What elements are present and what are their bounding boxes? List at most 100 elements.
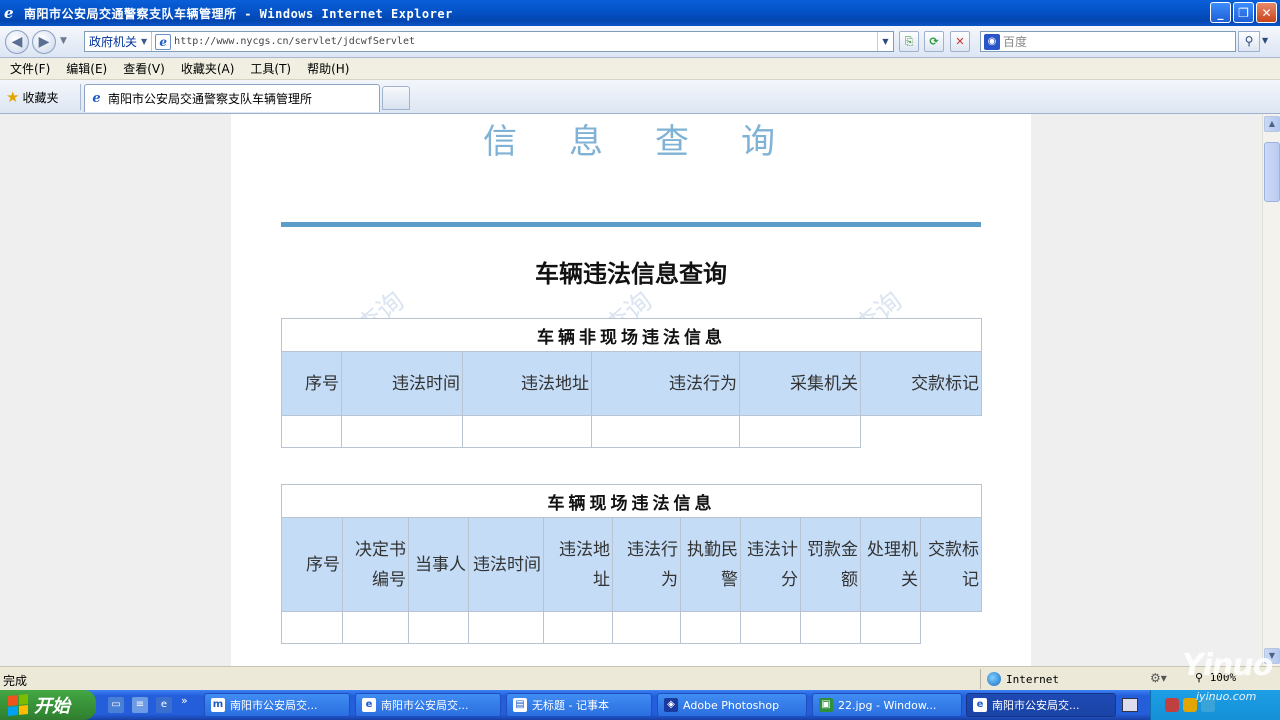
column-header: 决定书编号 (342, 517, 409, 612)
back-button[interactable]: ◀ (5, 30, 29, 54)
column-header: 违法行为 (612, 517, 681, 612)
document-icon[interactable]: ≡ (132, 697, 148, 713)
vertical-scrollbar[interactable]: ▲ ▼ (1262, 114, 1280, 666)
chevron-down-icon: ▼ (141, 37, 148, 46)
page-body: 信息查询 车辆违法信息查询 查询 查询 查询 车辆非现场违法信息 序号 违法时间… (231, 114, 1031, 666)
window-title: 南阳市公安局交通警察支队车辆管理所 - Windows Internet Exp… (24, 6, 453, 21)
column-header: 交款标记 (919, 517, 983, 612)
taskbar-item[interactable]: ▣ 22.jpg - Window... (812, 693, 962, 717)
search-icon[interactable]: ⚲ (1238, 31, 1260, 52)
scroll-thumb[interactable] (1264, 142, 1280, 202)
tab-active[interactable]: e 南阳市公安局交通警察支队车辆管理所 (84, 84, 380, 112)
taskbar-item-label: 南阳市公安局交... (230, 699, 318, 712)
table-caption: 车辆非现场违法信息 (280, 318, 983, 352)
taskbar-item-label: 22.jpg - Window... (838, 698, 937, 712)
taskbar-item-label: Adobe Photoshop (683, 698, 780, 712)
taskbar-item[interactable]: m 南阳市公安局交... (204, 693, 350, 717)
protected-mode-icon[interactable]: ⚙▾ (1150, 671, 1167, 685)
search-input[interactable]: 百度 (1003, 33, 1027, 50)
compatibility-view-button[interactable]: ⎘ (899, 31, 919, 52)
zone-selector[interactable]: 政府机关 ▼ (85, 32, 153, 51)
keyboard-icon[interactable] (1122, 698, 1138, 712)
close-button[interactable]: ✕ (1256, 2, 1277, 23)
tray-app-icon[interactable] (1165, 698, 1179, 712)
tab-ie-icon: e (92, 91, 101, 106)
taskbar-item-label: 南阳市公安局交... (992, 699, 1080, 712)
page-ie-icon: e (155, 33, 172, 50)
menu-view[interactable]: 查看(V) (123, 60, 165, 77)
globe-icon (987, 672, 1001, 686)
column-header: 执勤民警 (680, 517, 741, 612)
window-controls: _ ❐ ✕ (1210, 2, 1277, 23)
scroll-up-icon[interactable]: ▲ (1264, 116, 1280, 132)
security-zone: Internet (980, 669, 1145, 689)
menu-edit[interactable]: 编辑(E) (66, 60, 107, 77)
taskbar-item-label: 南阳市公安局交... (381, 699, 469, 712)
table-row (281, 415, 982, 448)
column-header: 处理机关 (860, 517, 921, 612)
search-box: ◉ 百度 (980, 31, 1236, 52)
tab-divider (80, 84, 81, 110)
start-button[interactable]: 开始 (0, 690, 96, 720)
column-header: 违法地址 (543, 517, 613, 612)
page-viewport: 信息查询 车辆违法信息查询 查询 查询 查询 车辆非现场违法信息 序号 违法时间… (0, 114, 1262, 666)
new-tab-button[interactable] (382, 86, 410, 110)
column-header: 交款标记 (859, 351, 983, 416)
column-header: 违法行为 (591, 351, 740, 416)
column-header: 当事人 (408, 517, 469, 612)
menu-file[interactable]: 文件(F) (10, 60, 50, 77)
taskbar-item-label: 无标题 - 记事本 (532, 699, 609, 712)
quicklaunch-more-icon[interactable]: » (181, 694, 188, 707)
zone-text: Internet (1006, 672, 1059, 686)
ie-icon: e (973, 698, 987, 712)
status-text: 完成 (3, 674, 28, 688)
photoshop-icon: ◈ (664, 698, 678, 712)
notepad-icon: ▤ (513, 698, 527, 712)
table-row (281, 611, 982, 644)
column-header: 罚款金额 (800, 517, 861, 612)
menu-bar: 文件(F) 编辑(E) 查看(V) 收藏夹(A) 工具(T) 帮助(H) (0, 58, 1280, 80)
stop-button[interactable]: ✕ (950, 31, 970, 52)
browser-icon[interactable]: e (156, 697, 172, 713)
address-toolbar: ◀ ▶ ▼ 政府机关 ▼ e http://www.nycgs.cn/servl… (0, 26, 1280, 58)
search-options-icon[interactable]: ▼ (1262, 36, 1268, 45)
column-header: 违法时间 (468, 517, 544, 612)
show-desktop-icon[interactable]: ▭ (108, 697, 124, 713)
status-bar: 完成 Internet ⚙▾ ⚲ 100% (0, 666, 1280, 690)
start-label: 开始 (34, 696, 70, 717)
ie-icon: e (4, 4, 14, 22)
image-viewer-icon: ▣ (819, 698, 833, 712)
address-box: 政府机关 ▼ e http://www.nycgs.cn/servlet/jdc… (84, 31, 894, 52)
column-header: 序号 (281, 351, 342, 416)
star-icon: ★ (6, 88, 20, 106)
favorites-button[interactable]: ★ 收藏夹 (6, 88, 58, 106)
tray-shield-icon[interactable] (1183, 698, 1197, 712)
minimize-button[interactable]: _ (1210, 2, 1231, 23)
refresh-button[interactable]: ⟳ (924, 31, 944, 52)
taskbar-item[interactable]: e 南阳市公安局交... (355, 693, 501, 717)
onsite-violations-table: 车辆现场违法信息 序号 决定书编号 当事人 违法时间 违法地址 违法行为 执勤民… (280, 484, 983, 644)
taskbar-item[interactable]: ◈ Adobe Photoshop (657, 693, 807, 717)
divider (281, 222, 981, 227)
column-header: 违法地址 (462, 351, 592, 416)
menu-tools[interactable]: 工具(T) (250, 60, 291, 77)
history-dropdown-icon[interactable]: ▼ (60, 36, 67, 46)
yinuo-site: iyinuo.com (1196, 690, 1257, 703)
taskbar-item[interactable]: ▤ 无标题 - 记事本 (506, 693, 652, 717)
url-dropdown-icon[interactable]: ▼ (877, 32, 893, 51)
url-input[interactable]: http://www.nycgs.cn/servlet/jdcwfServlet (174, 36, 877, 47)
column-header: 违法时间 (341, 351, 463, 416)
offsite-violations-table: 车辆非现场违法信息 序号 违法时间 违法地址 违法行为 采集机关 交款标记 (280, 318, 983, 448)
zone-label: 政府机关 (89, 35, 138, 49)
column-header: 违法计分 (740, 517, 801, 612)
taskbar: 开始 ▭ ≡ e » m 南阳市公安局交... e 南阳市公安局交... ▤ 无… (0, 690, 1280, 720)
menu-favorites[interactable]: 收藏夹(A) (181, 60, 235, 77)
menu-help[interactable]: 帮助(H) (307, 60, 349, 77)
taskbar-item[interactable]: e 南阳市公安局交... (966, 693, 1116, 717)
maximize-button[interactable]: ❐ (1233, 2, 1254, 23)
table-header-row: 序号 违法时间 违法地址 违法行为 采集机关 交款标记 (281, 351, 983, 416)
forward-button[interactable]: ▶ (32, 30, 56, 54)
table-header-row: 序号 决定书编号 当事人 违法时间 违法地址 违法行为 执勤民警 违法计分 罚款… (281, 517, 983, 612)
window-title-bar: e 南阳市公安局交通警察支队车辆管理所 - Windows Internet E… (0, 0, 1280, 26)
column-header: 序号 (281, 517, 343, 612)
